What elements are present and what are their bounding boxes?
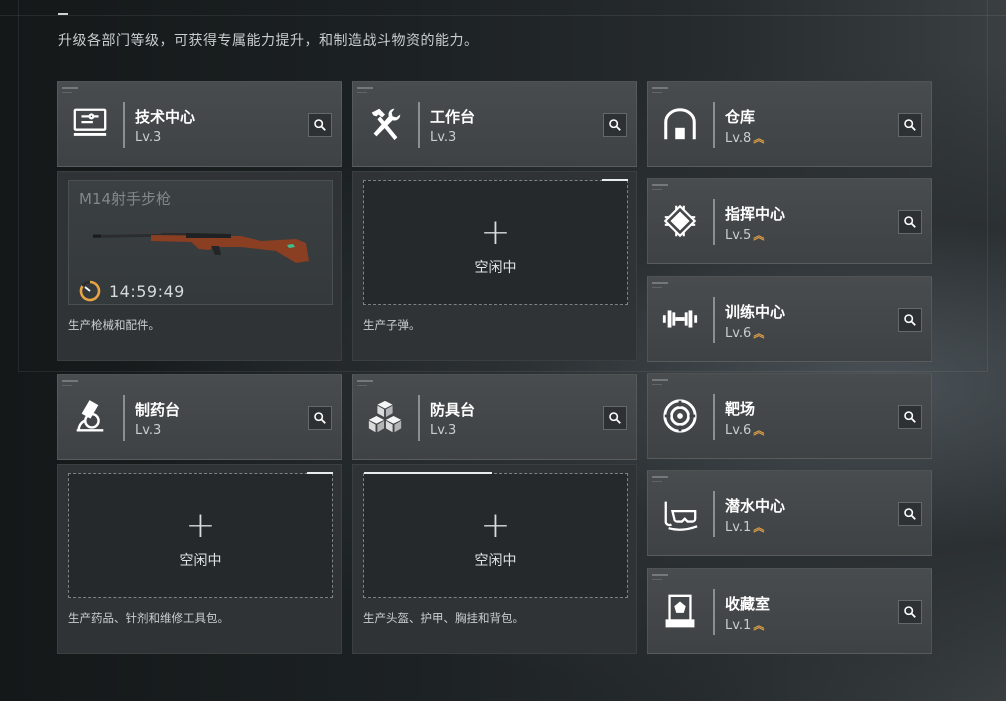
facility-description: 生产枪械和配件。 bbox=[68, 318, 160, 332]
production-slot-busy[interactable]: M14射手步枪 14:59:49 bbox=[68, 180, 333, 305]
search-icon bbox=[904, 606, 916, 618]
facility-header-shooting-range[interactable]: 靶场 Lv.6 ︽ bbox=[647, 373, 932, 459]
search-icon bbox=[314, 412, 326, 424]
add-icon: + bbox=[185, 505, 216, 546]
cubes-icon bbox=[361, 393, 409, 441]
upgrade-chevron-icon: ︽ bbox=[753, 132, 765, 145]
search-icon bbox=[314, 119, 326, 131]
production-panel-armor-bench: + 空闲中 生产头盔、护甲、胸挂和背包。 bbox=[352, 464, 637, 654]
facility-header-armor-bench[interactable]: 防具台 Lv.3 bbox=[352, 374, 637, 460]
slot-status: 空闲中 bbox=[474, 260, 517, 276]
upgrade-chevron-icon: ︽ bbox=[753, 521, 765, 534]
facility-level: Lv.1 ︽ bbox=[725, 520, 765, 535]
warehouse-icon bbox=[656, 100, 704, 148]
facility-name: 指挥中心 bbox=[725, 205, 786, 223]
slot-status: 空闲中 bbox=[179, 553, 222, 569]
facility-header-command-center[interactable]: 指挥中心 Lv.5 ︽ bbox=[647, 178, 932, 264]
facility-level: Lv.3 bbox=[135, 423, 162, 438]
chip-icon bbox=[656, 197, 704, 245]
target-icon bbox=[656, 392, 704, 440]
upgrade-chevron-icon: ︽ bbox=[753, 327, 765, 340]
facility-name: 潜水中心 bbox=[725, 497, 786, 515]
facility-header-diving-center[interactable]: 潜水中心 Lv.1 ︽ bbox=[647, 470, 932, 556]
inspect-button[interactable] bbox=[603, 406, 627, 430]
top-divider bbox=[0, 15, 1006, 16]
facility-name: 工作台 bbox=[430, 108, 476, 126]
production-panel-pharmacy: + 空闲中 生产药品、针剂和维修工具包。 bbox=[57, 464, 342, 654]
facility-header-workbench[interactable]: 工作台 Lv.3 bbox=[352, 81, 637, 167]
item-name: M14射手步枪 bbox=[79, 190, 172, 208]
microscope-icon bbox=[66, 393, 114, 441]
diving-mask-icon bbox=[656, 489, 704, 537]
add-icon: + bbox=[480, 505, 511, 546]
inspect-button[interactable] bbox=[898, 600, 922, 624]
inspect-button[interactable] bbox=[898, 308, 922, 332]
display-case-icon bbox=[656, 587, 704, 635]
add-icon: + bbox=[480, 212, 511, 253]
search-icon bbox=[609, 412, 621, 424]
facility-level: Lv.6 ︽ bbox=[725, 423, 765, 438]
facility-level: Lv.6 ︽ bbox=[725, 326, 765, 341]
timer-icon bbox=[79, 280, 101, 302]
production-panel-tech-center: M14射手步枪 14:59:49 生产枪械和配件。 bbox=[57, 171, 342, 361]
search-icon bbox=[904, 216, 916, 228]
facility-header-collection-room[interactable]: 收藏室 Lv.1 ︽ bbox=[647, 568, 932, 654]
facility-level: Lv.1 ︽ bbox=[725, 618, 765, 633]
search-icon bbox=[904, 119, 916, 131]
production-panel-workbench: + 空闲中 生产子弹。 bbox=[352, 171, 637, 361]
facility-header-pharmacy[interactable]: 制药台 Lv.3 bbox=[57, 374, 342, 460]
facility-name: 防具台 bbox=[430, 401, 476, 419]
facility-header-tech-center[interactable]: 技术中心 Lv.3 bbox=[57, 81, 342, 167]
facility-header-warehouse[interactable]: 仓库 Lv.8 ︽ bbox=[647, 81, 932, 167]
search-icon bbox=[904, 508, 916, 520]
dumbbell-icon bbox=[656, 295, 704, 343]
hammer-wrench-icon bbox=[361, 100, 409, 148]
production-slot-idle[interactable]: + 空闲中 bbox=[363, 179, 628, 305]
facility-level: Lv.8 ︽ bbox=[725, 131, 765, 146]
inspect-button[interactable] bbox=[603, 113, 627, 137]
inspect-button[interactable] bbox=[898, 502, 922, 526]
facility-level: Lv.3 bbox=[430, 423, 457, 438]
facility-name: 制药台 bbox=[135, 401, 181, 419]
search-icon bbox=[904, 314, 916, 326]
inspect-button[interactable] bbox=[898, 113, 922, 137]
monitor-icon bbox=[66, 100, 114, 148]
inspect-button[interactable] bbox=[308, 406, 332, 430]
inspect-button[interactable] bbox=[898, 405, 922, 429]
inspect-button[interactable] bbox=[898, 210, 922, 234]
upgrade-chevron-icon: ︽ bbox=[753, 229, 765, 242]
facility-level: Lv.3 bbox=[430, 130, 457, 145]
facility-name: 收藏室 bbox=[725, 595, 771, 613]
production-slot-idle[interactable]: + 空闲中 bbox=[363, 472, 628, 598]
facility-name: 仓库 bbox=[725, 108, 756, 126]
upgrade-chevron-icon: ︽ bbox=[753, 424, 765, 437]
facility-description: 生产头盔、护甲、胸挂和背包。 bbox=[363, 611, 524, 625]
search-icon bbox=[609, 119, 621, 131]
facility-level: Lv.5 ︽ bbox=[725, 228, 765, 243]
search-icon bbox=[904, 411, 916, 423]
facility-name: 靶场 bbox=[725, 400, 756, 418]
upgrade-chevron-icon: ︽ bbox=[753, 619, 765, 632]
top-tick-mark bbox=[58, 13, 68, 15]
page-subtitle: 升级各部门等级，可获得专属能力提升，和制造战斗物资的能力。 bbox=[58, 33, 479, 49]
facility-level: Lv.3 bbox=[135, 130, 162, 145]
inspect-button[interactable] bbox=[308, 113, 332, 137]
production-timer: 14:59:49 bbox=[109, 282, 185, 301]
facility-description: 生产药品、针剂和维修工具包。 bbox=[68, 611, 229, 625]
facility-description: 生产子弹。 bbox=[363, 318, 421, 332]
facility-header-training-center[interactable]: 训练中心 Lv.6 ︽ bbox=[647, 276, 932, 362]
facility-name: 训练中心 bbox=[725, 303, 786, 321]
production-slot-idle[interactable]: + 空闲中 bbox=[68, 472, 333, 598]
rifle-image bbox=[93, 230, 309, 263]
slot-status: 空闲中 bbox=[474, 553, 517, 569]
facility-name: 技术中心 bbox=[135, 108, 196, 126]
